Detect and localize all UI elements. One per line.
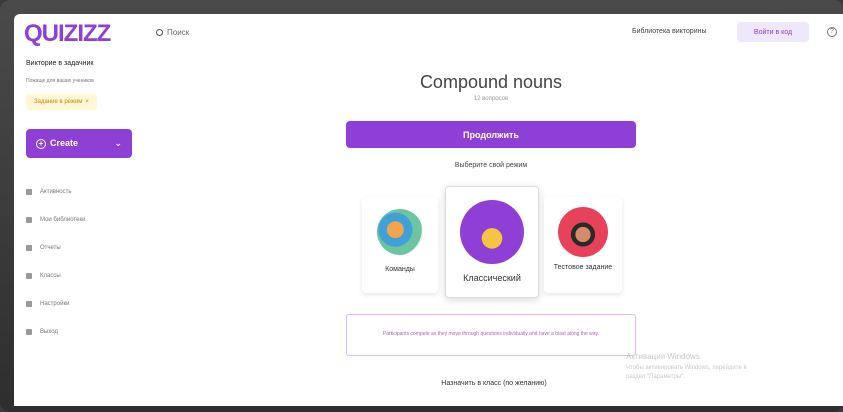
close-icon[interactable]: ×	[85, 99, 89, 105]
reports-icon	[26, 245, 32, 251]
library-link[interactable]: Библиотека викторины	[632, 28, 707, 35]
choose-mode-label: Выберите свой режим	[454, 162, 528, 169]
classes-icon	[26, 273, 32, 279]
windows-activation-watermark: Активация Windows Чтобы активировать Win…	[626, 351, 747, 383]
sidebar-item-settings[interactable]: Настройки	[26, 290, 85, 318]
create-label: Create	[50, 138, 79, 149]
quizizz-logo[interactable]: QUIZIZZ	[24, 20, 111, 48]
help-icon[interactable]: ?	[827, 27, 837, 37]
mode-label: Тестовое задание	[553, 264, 613, 271]
sidebar-item-classes[interactable]: Классы	[26, 262, 85, 290]
sidebar-item-library[interactable]: Мои библиотеки	[26, 206, 85, 234]
classic-avatar-icon	[460, 200, 524, 264]
sidebar-item-label: Настройки	[40, 301, 70, 307]
library-icon	[26, 217, 32, 223]
watermark-line: раздел "Параметры".	[626, 374, 685, 381]
assign-class-link[interactable]: Назначить в класс (по желанию)	[394, 380, 594, 387]
sidebar-item-label: Активность	[40, 189, 72, 195]
logout-icon	[26, 329, 32, 335]
sidebar-subtitle: Пожаще для ваших учеников	[26, 78, 94, 84]
search-icon	[156, 29, 163, 36]
chevron-down-icon: ⌄	[114, 138, 122, 148]
sidebar-item-activity[interactable]: Активность	[26, 178, 85, 206]
sidebar-nav: Активность Мои библиотеки Отчеты Классы …	[26, 178, 85, 346]
sidebar-title: Викторие в задачник	[26, 60, 94, 67]
sidebar-item-label: Мои библиотеки	[40, 217, 86, 223]
sidebar-item-label: Классы	[40, 273, 61, 279]
sidebar-badge-label: Задание в режим	[34, 99, 83, 105]
continue-button[interactable]: Продолжить	[346, 121, 636, 148]
test-avatar-icon	[558, 207, 608, 257]
settings-icon	[26, 301, 32, 307]
screen: QUIZIZZ Поиск Библиотека викторины Войти…	[14, 14, 843, 406]
sidebar-item-label: Выход	[40, 329, 58, 335]
watermark-line: Активация Windows	[626, 352, 700, 361]
login-button[interactable]: Войти в код	[737, 22, 809, 42]
mode-description: Participants compete as they move throug…	[346, 314, 636, 356]
plus-icon: +	[36, 138, 46, 149]
create-button[interactable]: + Create ⌄	[26, 129, 132, 158]
mode-card-classic[interactable]: Классический	[445, 186, 539, 298]
watermark-line: Чтобы активировать Windows, перейдите в	[626, 364, 747, 371]
question-count: 12 вопросов	[473, 96, 509, 102]
mode-label: Классический	[463, 273, 521, 283]
search-label: Поиск	[167, 28, 190, 37]
activity-icon	[26, 189, 32, 195]
sidebar-item-label: Отчеты	[40, 245, 61, 251]
mode-label: Команды	[385, 266, 415, 273]
quiz-title: Compound nouns	[419, 72, 563, 92]
mode-card-test[interactable]: Тестовое задание	[544, 197, 622, 293]
teams-avatar-icon	[377, 209, 423, 255]
device-frame: QUIZIZZ Поиск Библиотека викторины Войти…	[0, 0, 843, 412]
search-box[interactable]: Поиск	[156, 28, 189, 37]
sidebar-item-logout[interactable]: Выход	[26, 318, 85, 346]
sidebar-item-reports[interactable]: Отчеты	[26, 234, 85, 262]
mode-card-teams[interactable]: Команды	[362, 197, 438, 293]
sidebar-badge[interactable]: Задание в режим ×	[26, 94, 97, 110]
